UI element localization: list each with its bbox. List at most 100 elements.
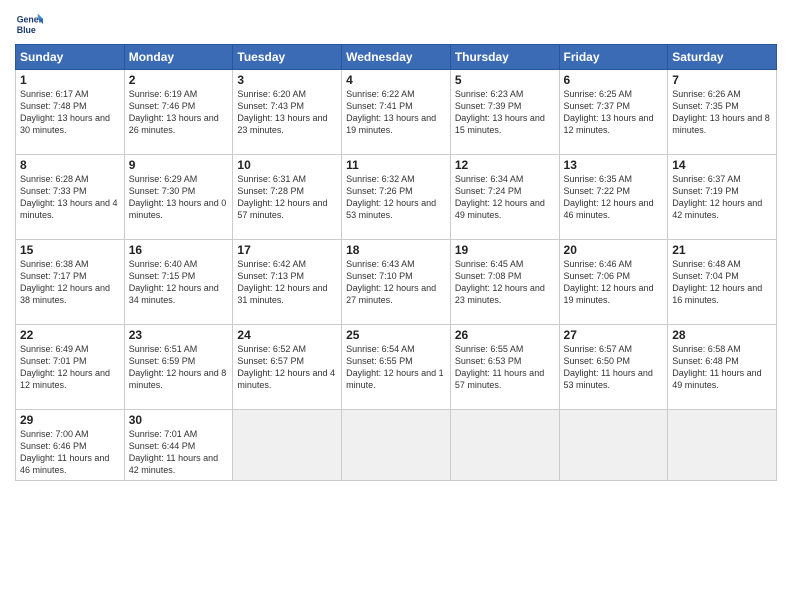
day-number: 28 bbox=[672, 328, 772, 342]
day-number: 13 bbox=[564, 158, 664, 172]
day-number: 11 bbox=[346, 158, 446, 172]
calendar-cell bbox=[233, 410, 342, 481]
cell-info: Sunrise: 6:54 AMSunset: 6:55 PMDaylight:… bbox=[346, 343, 446, 392]
calendar-cell: 2 Sunrise: 6:19 AMSunset: 7:46 PMDayligh… bbox=[124, 70, 233, 155]
cell-info: Sunrise: 6:26 AMSunset: 7:35 PMDaylight:… bbox=[672, 88, 772, 137]
calendar-cell: 12 Sunrise: 6:34 AMSunset: 7:24 PMDaylig… bbox=[450, 155, 559, 240]
day-number: 7 bbox=[672, 73, 772, 87]
calendar: SundayMondayTuesdayWednesdayThursdayFrid… bbox=[15, 44, 777, 481]
cell-info: Sunrise: 6:46 AMSunset: 7:06 PMDaylight:… bbox=[564, 258, 664, 307]
calendar-cell: 6 Sunrise: 6:25 AMSunset: 7:37 PMDayligh… bbox=[559, 70, 668, 155]
calendar-cell: 21 Sunrise: 6:48 AMSunset: 7:04 PMDaylig… bbox=[668, 240, 777, 325]
day-number: 16 bbox=[129, 243, 229, 257]
cell-info: Sunrise: 6:42 AMSunset: 7:13 PMDaylight:… bbox=[237, 258, 337, 307]
cell-info: Sunrise: 6:32 AMSunset: 7:26 PMDaylight:… bbox=[346, 173, 446, 222]
calendar-cell bbox=[342, 410, 451, 481]
calendar-cell: 8 Sunrise: 6:28 AMSunset: 7:33 PMDayligh… bbox=[16, 155, 125, 240]
calendar-cell: 4 Sunrise: 6:22 AMSunset: 7:41 PMDayligh… bbox=[342, 70, 451, 155]
calendar-cell: 9 Sunrise: 6:29 AMSunset: 7:30 PMDayligh… bbox=[124, 155, 233, 240]
calendar-cell: 27 Sunrise: 6:57 AMSunset: 6:50 PMDaylig… bbox=[559, 325, 668, 410]
day-number: 26 bbox=[455, 328, 555, 342]
cell-info: Sunrise: 6:49 AMSunset: 7:01 PMDaylight:… bbox=[20, 343, 120, 392]
calendar-cell: 7 Sunrise: 6:26 AMSunset: 7:35 PMDayligh… bbox=[668, 70, 777, 155]
day-number: 19 bbox=[455, 243, 555, 257]
cell-info: Sunrise: 6:57 AMSunset: 6:50 PMDaylight:… bbox=[564, 343, 664, 392]
day-number: 12 bbox=[455, 158, 555, 172]
cell-info: Sunrise: 6:19 AMSunset: 7:46 PMDaylight:… bbox=[129, 88, 229, 137]
day-number: 30 bbox=[129, 413, 229, 427]
day-number: 23 bbox=[129, 328, 229, 342]
day-number: 5 bbox=[455, 73, 555, 87]
calendar-cell: 28 Sunrise: 6:58 AMSunset: 6:48 PMDaylig… bbox=[668, 325, 777, 410]
day-number: 3 bbox=[237, 73, 337, 87]
cell-info: Sunrise: 6:20 AMSunset: 7:43 PMDaylight:… bbox=[237, 88, 337, 137]
day-number: 8 bbox=[20, 158, 120, 172]
calendar-cell: 22 Sunrise: 6:49 AMSunset: 7:01 PMDaylig… bbox=[16, 325, 125, 410]
svg-text:Blue: Blue bbox=[17, 25, 36, 35]
calendar-cell: 25 Sunrise: 6:54 AMSunset: 6:55 PMDaylig… bbox=[342, 325, 451, 410]
cell-info: Sunrise: 7:00 AMSunset: 6:46 PMDaylight:… bbox=[20, 428, 120, 477]
calendar-cell bbox=[559, 410, 668, 481]
calendar-cell: 11 Sunrise: 6:32 AMSunset: 7:26 PMDaylig… bbox=[342, 155, 451, 240]
cell-info: Sunrise: 6:38 AMSunset: 7:17 PMDaylight:… bbox=[20, 258, 120, 307]
calendar-cell: 24 Sunrise: 6:52 AMSunset: 6:57 PMDaylig… bbox=[233, 325, 342, 410]
day-header: Monday bbox=[124, 45, 233, 70]
day-number: 21 bbox=[672, 243, 772, 257]
day-number: 20 bbox=[564, 243, 664, 257]
calendar-cell: 5 Sunrise: 6:23 AMSunset: 7:39 PMDayligh… bbox=[450, 70, 559, 155]
cell-info: Sunrise: 6:28 AMSunset: 7:33 PMDaylight:… bbox=[20, 173, 120, 222]
calendar-cell: 15 Sunrise: 6:38 AMSunset: 7:17 PMDaylig… bbox=[16, 240, 125, 325]
calendar-cell: 20 Sunrise: 6:46 AMSunset: 7:06 PMDaylig… bbox=[559, 240, 668, 325]
day-number: 27 bbox=[564, 328, 664, 342]
cell-info: Sunrise: 6:29 AMSunset: 7:30 PMDaylight:… bbox=[129, 173, 229, 222]
day-number: 10 bbox=[237, 158, 337, 172]
cell-info: Sunrise: 6:52 AMSunset: 6:57 PMDaylight:… bbox=[237, 343, 337, 392]
cell-info: Sunrise: 6:58 AMSunset: 6:48 PMDaylight:… bbox=[672, 343, 772, 392]
cell-info: Sunrise: 6:22 AMSunset: 7:41 PMDaylight:… bbox=[346, 88, 446, 137]
calendar-cell: 19 Sunrise: 6:45 AMSunset: 7:08 PMDaylig… bbox=[450, 240, 559, 325]
cell-info: Sunrise: 6:37 AMSunset: 7:19 PMDaylight:… bbox=[672, 173, 772, 222]
calendar-cell: 18 Sunrise: 6:43 AMSunset: 7:10 PMDaylig… bbox=[342, 240, 451, 325]
cell-info: Sunrise: 6:55 AMSunset: 6:53 PMDaylight:… bbox=[455, 343, 555, 392]
day-header: Saturday bbox=[668, 45, 777, 70]
calendar-cell: 10 Sunrise: 6:31 AMSunset: 7:28 PMDaylig… bbox=[233, 155, 342, 240]
day-header: Wednesday bbox=[342, 45, 451, 70]
day-number: 1 bbox=[20, 73, 120, 87]
cell-info: Sunrise: 6:34 AMSunset: 7:24 PMDaylight:… bbox=[455, 173, 555, 222]
cell-info: Sunrise: 6:25 AMSunset: 7:37 PMDaylight:… bbox=[564, 88, 664, 137]
cell-info: Sunrise: 6:35 AMSunset: 7:22 PMDaylight:… bbox=[564, 173, 664, 222]
day-number: 22 bbox=[20, 328, 120, 342]
logo: General Blue bbox=[15, 10, 47, 38]
day-number: 18 bbox=[346, 243, 446, 257]
cell-info: Sunrise: 6:23 AMSunset: 7:39 PMDaylight:… bbox=[455, 88, 555, 137]
day-number: 14 bbox=[672, 158, 772, 172]
day-number: 15 bbox=[20, 243, 120, 257]
day-number: 6 bbox=[564, 73, 664, 87]
calendar-cell: 1 Sunrise: 6:17 AMSunset: 7:48 PMDayligh… bbox=[16, 70, 125, 155]
day-header: Tuesday bbox=[233, 45, 342, 70]
day-number: 9 bbox=[129, 158, 229, 172]
calendar-cell: 14 Sunrise: 6:37 AMSunset: 7:19 PMDaylig… bbox=[668, 155, 777, 240]
day-header: Friday bbox=[559, 45, 668, 70]
cell-info: Sunrise: 6:43 AMSunset: 7:10 PMDaylight:… bbox=[346, 258, 446, 307]
cell-info: Sunrise: 7:01 AMSunset: 6:44 PMDaylight:… bbox=[129, 428, 229, 477]
calendar-cell: 13 Sunrise: 6:35 AMSunset: 7:22 PMDaylig… bbox=[559, 155, 668, 240]
day-number: 29 bbox=[20, 413, 120, 427]
calendar-cell: 3 Sunrise: 6:20 AMSunset: 7:43 PMDayligh… bbox=[233, 70, 342, 155]
day-header: Sunday bbox=[16, 45, 125, 70]
calendar-cell: 30 Sunrise: 7:01 AMSunset: 6:44 PMDaylig… bbox=[124, 410, 233, 481]
day-number: 25 bbox=[346, 328, 446, 342]
calendar-cell bbox=[668, 410, 777, 481]
day-number: 17 bbox=[237, 243, 337, 257]
cell-info: Sunrise: 6:31 AMSunset: 7:28 PMDaylight:… bbox=[237, 173, 337, 222]
cell-info: Sunrise: 6:40 AMSunset: 7:15 PMDaylight:… bbox=[129, 258, 229, 307]
logo-icon: General Blue bbox=[15, 10, 43, 38]
calendar-cell: 16 Sunrise: 6:40 AMSunset: 7:15 PMDaylig… bbox=[124, 240, 233, 325]
cell-info: Sunrise: 6:17 AMSunset: 7:48 PMDaylight:… bbox=[20, 88, 120, 137]
day-number: 2 bbox=[129, 73, 229, 87]
day-number: 4 bbox=[346, 73, 446, 87]
calendar-cell: 29 Sunrise: 7:00 AMSunset: 6:46 PMDaylig… bbox=[16, 410, 125, 481]
cell-info: Sunrise: 6:48 AMSunset: 7:04 PMDaylight:… bbox=[672, 258, 772, 307]
calendar-cell bbox=[450, 410, 559, 481]
day-number: 24 bbox=[237, 328, 337, 342]
